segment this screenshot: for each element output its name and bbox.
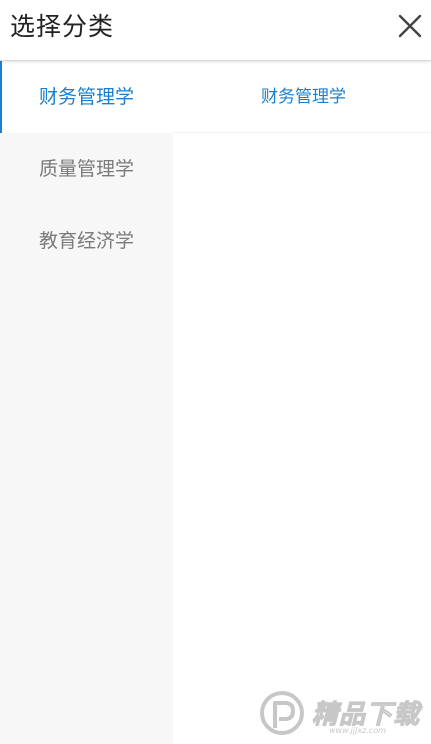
watermark-url: www.jjjxz.com bbox=[329, 726, 386, 735]
page-title: 选择分类 bbox=[10, 12, 115, 41]
subcategory-label: 财务管理学 bbox=[261, 87, 346, 107]
sidebar-item-finance-management[interactable]: 财务管理学 bbox=[0, 61, 173, 133]
subcategory-list: 财务管理学 bbox=[173, 61, 431, 744]
sidebar-item-label: 质量管理学 bbox=[39, 158, 135, 180]
close-icon bbox=[398, 14, 422, 38]
sidebar-item-education-economics[interactable]: 教育经济学 bbox=[0, 205, 173, 277]
sidebar-item-quality-management[interactable]: 质量管理学 bbox=[0, 133, 173, 205]
sidebar-item-label: 教育经济学 bbox=[39, 230, 135, 252]
watermark-logo-icon bbox=[260, 691, 304, 735]
category-sidebar: 财务管理学 质量管理学 教育经济学 bbox=[0, 61, 173, 744]
sidebar-item-label: 财务管理学 bbox=[39, 86, 135, 108]
close-button[interactable] bbox=[397, 13, 423, 39]
watermark: 精品下载 www.jjjxz.com bbox=[257, 688, 427, 740]
subcategory-item[interactable]: 财务管理学 bbox=[173, 61, 431, 133]
header-bar: 选择分类 bbox=[0, 0, 431, 61]
category-selector-screen: 选择分类 财务管理学 质量管理学 教育经济学 财务管理学 精品下载 www.jj… bbox=[0, 0, 431, 744]
